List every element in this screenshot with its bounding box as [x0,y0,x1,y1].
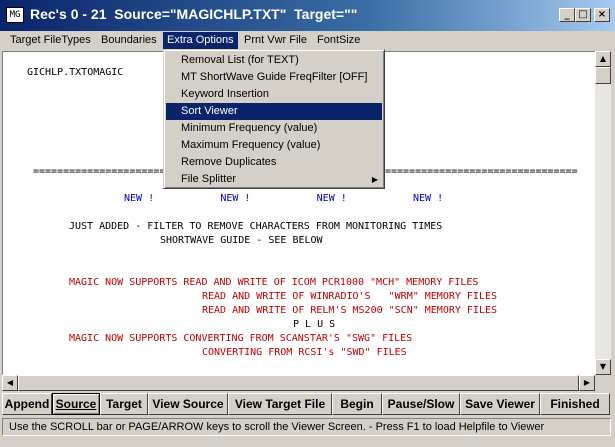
plus-line: P L U S [293,319,336,330]
view-target-file-button[interactable]: View Target File [228,393,332,415]
extra-options-dropdown: Removal List (for TEXT) MT ShortWave Gui… [163,49,385,189]
menu-item-maximum-frequency[interactable]: Maximum Frequency (value) [166,137,382,154]
just-added-line: JUST ADDED - FILTER TO REMOVE CHARACTERS… [69,221,443,232]
menu-item-mt-shortwave-filter[interactable]: MT ShortWave Guide FreqFilter [OFF] [166,69,382,86]
finished-button[interactable]: Finished [540,393,610,415]
rcsi-line: CONVERTING FROM RCSI's "SWD" FILES [202,347,407,358]
pause-slow-button[interactable]: Pause/Slow [382,393,460,415]
menu-item-remove-duplicates[interactable]: Remove Duplicates [166,154,382,171]
title-bar: MG Rec's 0 - 21 Source="MAGICHLP.TXT" Ta… [0,0,615,31]
window-title: Rec's 0 - 21 Source="MAGICHLP.TXT" Targe… [30,6,358,22]
winradio-line: READ AND WRITE OF WINRADIO'S "WRM" MEMOR… [202,291,498,302]
menu-item-keyword-insertion[interactable]: Keyword Insertion [166,86,382,103]
menu-prnt-vwr-file[interactable]: Prnt Vwr File [240,32,311,49]
shortwave-guide-line: SHORTWAVE GUIDE - SEE BELOW [160,235,323,246]
relm-line: READ AND WRITE OF RELM'S MS200 "SCN" MEM… [202,305,498,316]
separator-right: ================================ [385,166,578,177]
view-source-button[interactable]: View Source [148,393,228,415]
menu-item-minimum-frequency[interactable]: Minimum Frequency (value) [166,120,382,137]
scroll-up-icon[interactable]: ▲ [595,51,611,67]
source-button[interactable]: Source [52,393,100,415]
menu-extra-options[interactable]: Extra Options [163,32,238,49]
scroll-left-icon[interactable]: ◀ [2,375,18,391]
target-button[interactable]: Target [100,393,148,415]
vertical-scrollbar[interactable]: ▲ ▼ [595,51,611,375]
vertical-scroll-thumb[interactable] [595,67,611,84]
horizontal-scrollbar[interactable]: ◀ ▶ [2,375,595,391]
viewer-header-line: GICHLP.TXTOMAGIC [27,67,124,78]
scroll-down-icon[interactable]: ▼ [595,359,611,375]
close-button[interactable]: × [594,8,610,22]
new-banner: NEW ! NEW ! NEW ! NEW ! [124,193,444,204]
menu-fontsize[interactable]: FontSize [313,32,364,49]
magic-icom-line: MAGIC NOW SUPPORTS READ AND WRITE OF ICO… [69,277,479,288]
append-button[interactable]: Append [2,393,52,415]
submenu-arrow-icon: ▶ [371,175,378,184]
horizontal-scroll-thumb[interactable] [18,375,579,391]
scroll-right-icon[interactable]: ▶ [579,375,595,391]
maximize-button[interactable]: □ [575,8,591,22]
menu-bar: Target FileTypes Boundaries Extra Option… [0,31,615,49]
menu-item-file-splitter[interactable]: File Splitter ▶ [166,171,382,188]
menu-item-sort-viewer[interactable]: Sort Viewer [166,103,382,120]
status-bar: Use the SCROLL bar or PAGE/ARROW keys to… [2,418,611,436]
scrollbar-corner [595,375,611,391]
button-row: Append Source Target View Source View Ta… [0,392,615,416]
file-splitter-label: File Splitter [181,173,237,185]
save-viewer-button[interactable]: Save Viewer [460,393,540,415]
menu-boundaries[interactable]: Boundaries [97,32,161,49]
menu-target-filetypes[interactable]: Target FileTypes [6,32,95,49]
magic-scanstar-line: MAGIC NOW SUPPORTS CONVERTING FROM SCANS… [69,333,413,344]
begin-button[interactable]: Begin [332,393,382,415]
app-icon: MG [6,7,24,23]
source-button-label: Source [55,397,97,411]
menu-item-removal-list[interactable]: Removal List (for TEXT) [166,52,382,69]
minimize-button[interactable]: _ [559,8,575,22]
